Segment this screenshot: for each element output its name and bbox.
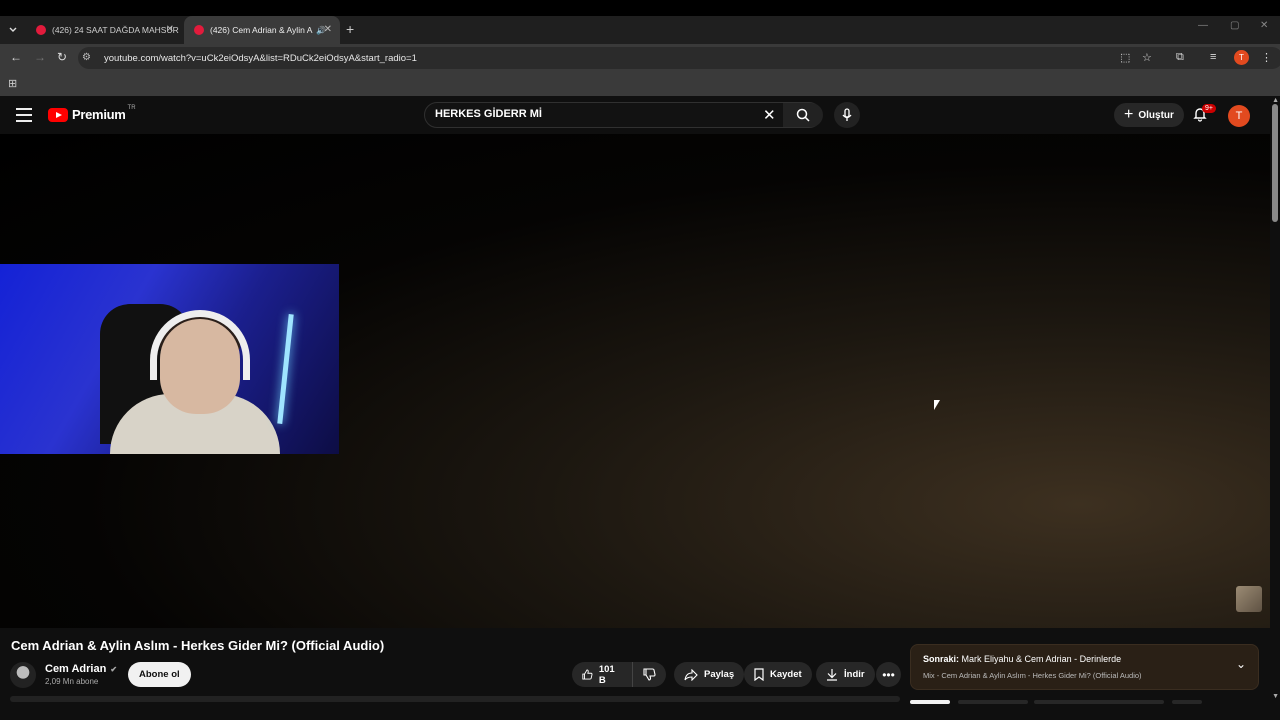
chip-all[interactable] bbox=[910, 700, 950, 704]
browser-menu-icon[interactable]: ⋮ bbox=[1261, 51, 1272, 64]
masthead: Premium TR HERKES GİDERR Mİ ✕ + Oluştur … bbox=[0, 96, 1270, 134]
close-tab-icon[interactable]: ✕ bbox=[324, 24, 332, 35]
browser-tab-1[interactable]: (426) 24 SAAT DAĞDA MAHSUR ✕ bbox=[26, 16, 182, 44]
create-label: Oluştur bbox=[1138, 109, 1174, 121]
bookmark-star-icon[interactable]: ☆ bbox=[1142, 51, 1152, 64]
download-label: İndir bbox=[844, 669, 865, 680]
led-light bbox=[277, 314, 294, 424]
browser-tab-bar: (426) 24 SAAT DAĞDA MAHSUR ✕ (426) Cem A… bbox=[0, 0, 1280, 44]
save-label: Kaydet bbox=[770, 669, 802, 680]
mic-icon bbox=[842, 108, 852, 121]
bookmark-icon bbox=[754, 668, 764, 681]
save-button[interactable]: Kaydet bbox=[744, 662, 812, 687]
new-tab-button[interactable]: + bbox=[346, 21, 354, 37]
back-icon[interactable]: ← bbox=[10, 50, 22, 64]
youtube-play-icon bbox=[48, 107, 68, 122]
tab-search-button[interactable] bbox=[4, 21, 22, 39]
close-window-icon[interactable]: ✕ bbox=[1260, 20, 1268, 31]
chip[interactable] bbox=[1034, 700, 1164, 704]
next-up-title: Sonraki: Mark Eliyahu & Cem Adrian - Der… bbox=[923, 654, 1121, 664]
logo-text: Premium bbox=[72, 107, 126, 122]
page-scrollbar[interactable]: ▲ ▼ bbox=[1270, 96, 1280, 720]
like-dislike-group: 101 B bbox=[572, 662, 666, 687]
menu-icon[interactable] bbox=[16, 108, 32, 122]
browser-toolbar: ← → ↻ youtube.com/watch?v=uCk2eiOdsyA&li… bbox=[0, 44, 1280, 72]
youtube-page: Premium TR HERKES GİDERR Mİ ✕ + Oluştur … bbox=[0, 96, 1280, 720]
dislike-button[interactable] bbox=[633, 662, 666, 687]
like-button[interactable]: 101 B bbox=[572, 662, 633, 687]
subscribe-button[interactable]: Abone ol bbox=[128, 662, 191, 687]
install-app-icon[interactable]: ⬚ bbox=[1120, 51, 1130, 64]
browser-profile-avatar[interactable]: T bbox=[1234, 50, 1249, 65]
verified-icon: ✔ bbox=[110, 665, 118, 674]
youtube-favicon-icon bbox=[36, 25, 46, 35]
scroll-down-icon[interactable]: ▼ bbox=[1272, 693, 1279, 700]
video-title: Cem Adrian & Aylin Aslım - Herkes Gider … bbox=[11, 638, 385, 653]
thumbs-down-icon bbox=[643, 668, 656, 681]
next-up-playlist: Mix - Cem Adrian & Aylin Aslım - Herkes … bbox=[923, 671, 1142, 680]
search-box: HERKES GİDERR Mİ ✕ bbox=[424, 102, 823, 128]
voice-search-button[interactable] bbox=[834, 102, 860, 128]
mouse-cursor-icon bbox=[934, 400, 940, 410]
chip[interactable] bbox=[1172, 700, 1202, 704]
channel-name-text: Cem Adrian bbox=[45, 663, 107, 675]
youtube-premium-logo[interactable]: Premium TR bbox=[48, 104, 136, 122]
next-up-video: Mark Eliyahu & Cem Adrian - Derinlerde bbox=[961, 654, 1122, 664]
maximize-icon[interactable]: ▢ bbox=[1230, 20, 1239, 31]
next-up-panel[interactable]: Sonraki: Mark Eliyahu & Cem Adrian - Der… bbox=[910, 644, 1259, 690]
channel-name[interactable]: Cem Adrian ✔ bbox=[45, 663, 117, 675]
scroll-up-icon[interactable]: ▲ bbox=[1272, 97, 1279, 104]
like-count: 101 B bbox=[598, 663, 615, 686]
download-button[interactable]: İndir bbox=[816, 662, 875, 687]
clear-search-icon[interactable]: ✕ bbox=[763, 106, 776, 124]
search-icon bbox=[796, 108, 810, 122]
tab-strip: (426) 24 SAAT DAĞDA MAHSUR ✕ (426) Cem A… bbox=[0, 16, 1280, 44]
browser-tab-2[interactable]: (426) Cem Adrian & Aylin A 🔊 ✕ bbox=[184, 16, 340, 44]
extensions-icon[interactable]: ⧉ bbox=[1176, 51, 1184, 64]
share-icon bbox=[684, 668, 698, 681]
webcam-overlay bbox=[0, 264, 339, 454]
address-bar[interactable]: youtube.com/watch?v=uCk2eiOdsyA&list=RDu… bbox=[78, 47, 1280, 69]
search-input[interactable]: HERKES GİDERR Mİ bbox=[435, 108, 542, 120]
youtube-favicon-icon bbox=[194, 25, 204, 35]
next-video-thumbnail[interactable] bbox=[1236, 586, 1262, 612]
subscriber-count: 2,09 Mn abone bbox=[45, 677, 99, 686]
tab-title: (426) Cem Adrian & Aylin A bbox=[210, 25, 313, 35]
scrollbar-thumb[interactable] bbox=[1272, 104, 1278, 222]
url-text: youtube.com/watch?v=uCk2eiOdsyA&list=RDu… bbox=[104, 52, 417, 64]
share-button[interactable]: Paylaş bbox=[674, 662, 745, 687]
bookmarks-bar: ⊞ bbox=[0, 72, 1280, 96]
media-control-icon[interactable]: ≡ bbox=[1210, 51, 1216, 63]
create-button[interactable]: + Oluştur bbox=[1114, 103, 1184, 127]
search-button[interactable] bbox=[783, 103, 823, 127]
reload-icon[interactable]: ↻ bbox=[57, 50, 67, 64]
more-actions-icon[interactable]: ••• bbox=[876, 662, 901, 687]
download-icon bbox=[827, 669, 837, 681]
channel-avatar[interactable] bbox=[10, 662, 36, 688]
minimize-icon[interactable]: — bbox=[1198, 20, 1208, 31]
tab-title: (426) 24 SAAT DAĞDA MAHSUR bbox=[52, 25, 179, 35]
next-up-prefix: Sonraki: bbox=[923, 654, 960, 664]
chevron-down-icon bbox=[9, 27, 17, 32]
forward-icon[interactable]: → bbox=[34, 50, 46, 64]
close-tab-icon[interactable]: ✕ bbox=[166, 24, 174, 35]
site-info-icon[interactable]: ⚙ bbox=[82, 52, 91, 63]
video-player[interactable] bbox=[0, 134, 1270, 628]
apps-grid-icon[interactable]: ⊞ bbox=[8, 77, 17, 90]
share-label: Paylaş bbox=[704, 669, 735, 680]
chevron-down-icon[interactable]: ⌄ bbox=[1236, 657, 1246, 671]
logo-region: TR bbox=[127, 104, 136, 111]
notification-badge: 9+ bbox=[1202, 104, 1216, 113]
account-avatar[interactable]: T bbox=[1228, 105, 1250, 127]
related-chips-row bbox=[910, 700, 1260, 704]
plus-icon: + bbox=[1124, 106, 1134, 123]
thumbs-up-icon bbox=[582, 669, 593, 680]
description-box-edge bbox=[10, 696, 900, 702]
chip[interactable] bbox=[958, 700, 1028, 704]
